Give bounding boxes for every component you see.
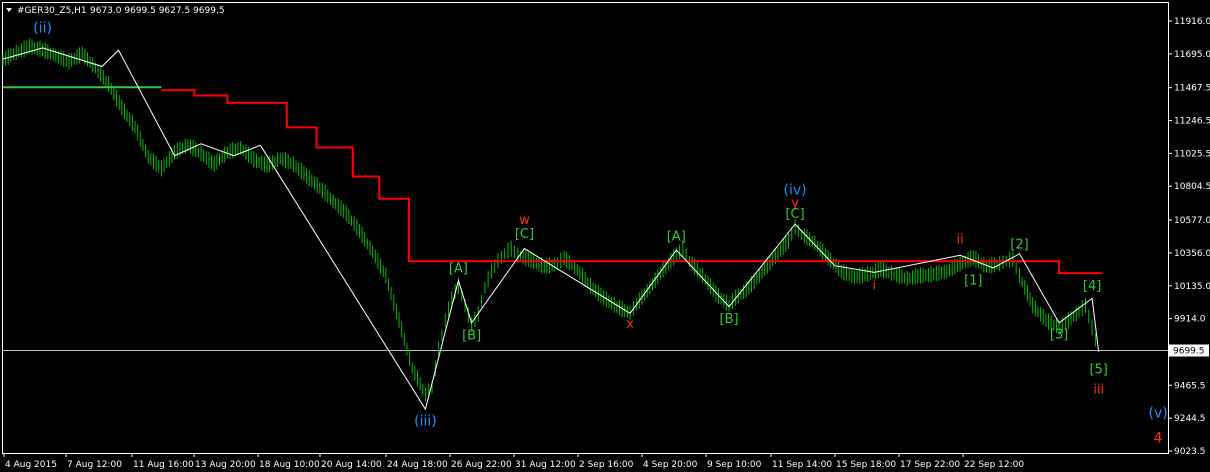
wave-label: (iii) xyxy=(414,414,437,430)
wave-label: [A] xyxy=(449,261,468,276)
x-tick-label: 31 Aug 12:00 xyxy=(515,460,576,470)
x-tick-label: 18 Aug 10:00 xyxy=(259,460,320,470)
wave-label: [B] xyxy=(720,312,739,327)
wave-label: [C] xyxy=(515,227,534,242)
chart-header: #GER30_Z5,H1 9673.0 9699.5 9627.5 9699.5 xyxy=(6,6,225,16)
y-tick-label: 9023.5 xyxy=(1174,447,1206,457)
wave-label: [4] xyxy=(1083,279,1101,294)
wave-label: [1] xyxy=(964,273,982,288)
wave-label: w xyxy=(519,213,530,228)
wave-label: [C] xyxy=(785,207,804,222)
x-tick-label: 9 Sep 10:00 xyxy=(707,460,762,470)
y-tick-label: 9914.0 xyxy=(1174,315,1206,325)
x-tick-label: 20 Aug 14:00 xyxy=(321,460,382,470)
x-tick-label: 22 Sep 12:00 xyxy=(964,460,1024,470)
wave-label: iii xyxy=(1093,383,1104,398)
current-price-label: 9699.5 xyxy=(1173,347,1205,357)
y-tick-label: 10804.5 xyxy=(1174,182,1210,192)
x-tick-label: 11 Aug 16:00 xyxy=(133,460,194,470)
wave-label: i xyxy=(872,278,876,293)
y-tick-label: 9244.5 xyxy=(1174,414,1206,424)
x-tick-label: 24 Aug 18:00 xyxy=(387,460,448,470)
x-tick-label: 7 Aug 12:00 xyxy=(67,460,122,470)
x-tick-label: 26 Aug 22:00 xyxy=(451,460,512,470)
wave-label: 4 xyxy=(1154,431,1163,447)
wave-label: ii xyxy=(956,232,963,247)
x-tick-label: 11 Sep 14:00 xyxy=(772,460,832,470)
y-tick-label: 11467.5 xyxy=(1174,84,1210,94)
x-tick-label: 15 Sep 18:00 xyxy=(836,460,896,470)
y-tick-label: 10135.0 xyxy=(1174,282,1210,292)
wave-label: [5] xyxy=(1089,362,1107,377)
x-tick-label: 4 Aug 2015 xyxy=(5,460,57,470)
y-tick-label: 11025.5 xyxy=(1174,149,1210,159)
price-chart[interactable]: #GER30_Z5,H1 9673.0 9699.5 9627.5 9699.5… xyxy=(0,0,1210,472)
wave-label: [2] xyxy=(1010,238,1028,253)
wave-label: x xyxy=(626,317,634,332)
y-tick-label: 9465.5 xyxy=(1174,381,1206,391)
y-tick-label: 11695.0 xyxy=(1174,50,1210,60)
x-tick-label: 2 Sep 16:00 xyxy=(579,460,634,470)
x-tick-label: 13 Aug 20:00 xyxy=(195,460,256,470)
y-tick-label: 10356.0 xyxy=(1174,249,1210,259)
y-tick-label: 11916.0 xyxy=(1174,17,1210,27)
ohlc-values: 9673.0 9699.5 9627.5 9699.5 xyxy=(90,6,225,16)
wave-label: [A] xyxy=(667,229,686,244)
chart-background xyxy=(0,0,1210,472)
wave-label: (v) xyxy=(1148,405,1167,421)
symbol-label: #GER30_Z5,H1 xyxy=(17,6,87,16)
y-tick-label: 10577.0 xyxy=(1174,216,1210,226)
wave-label: (ii) xyxy=(33,20,52,36)
x-tick-label: 4 Sep 20:00 xyxy=(643,460,698,470)
wave-label: [3] xyxy=(1050,328,1068,343)
x-tick-label: 17 Sep 22:00 xyxy=(900,460,960,470)
current-price-tag: 9699.5 xyxy=(1169,344,1209,357)
y-tick-label: 11246.5 xyxy=(1174,117,1210,127)
wave-label: [B] xyxy=(462,328,481,343)
